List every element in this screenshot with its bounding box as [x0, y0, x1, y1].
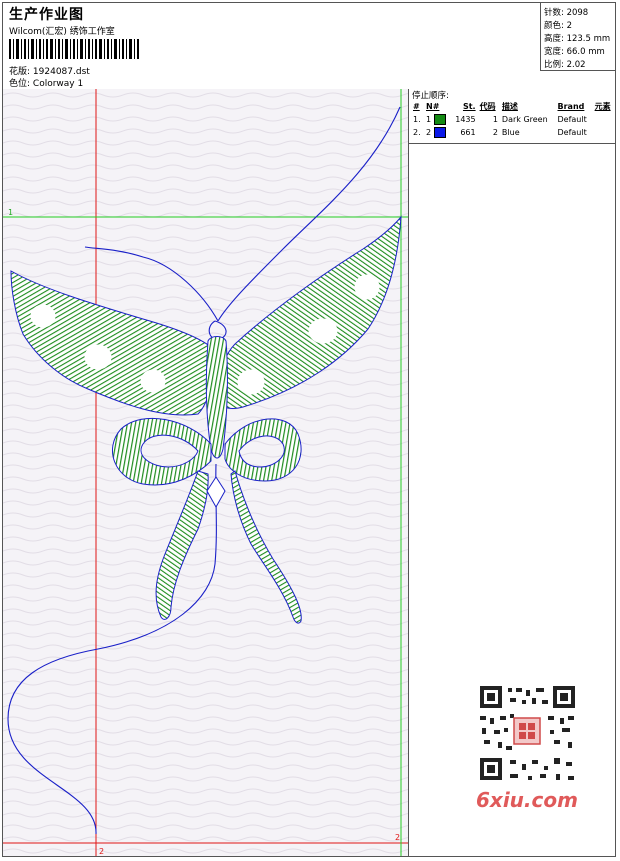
page-title: 生产作业图	[9, 7, 84, 23]
stat-height: 高度: 123.5 mm	[544, 34, 611, 44]
col-code: 代码	[479, 102, 496, 111]
table-header-row: # N# St. 代码 描述 Brand 元素	[411, 100, 615, 113]
colorway-value: Colorway 1	[32, 79, 84, 89]
col-brand: Brand	[557, 102, 585, 111]
stop-sequence-table: # N# St. 代码 描述 Brand 元素 1. 1 1435 1 Dark…	[411, 100, 615, 139]
stat-stitches: 针数: 2098	[544, 8, 589, 18]
guide-label-red-bottom: 2	[99, 847, 104, 856]
col-needle: N#	[426, 102, 440, 111]
color-swatch-blue	[433, 127, 446, 138]
design-canvas[interactable]: 1 2 2	[3, 89, 409, 856]
butterfly-body	[205, 336, 228, 459]
panel-divider	[409, 143, 615, 144]
col-description: 描述	[501, 102, 518, 111]
stat-scale: 比例: 2.02	[544, 60, 586, 70]
guide-label-green: 1	[8, 208, 13, 217]
embroidery-preview: 1 2 2	[3, 89, 408, 856]
colorway-line: 色位: Colorway 1	[9, 76, 83, 89]
watermark-logo: 6xiu.com	[476, 788, 578, 812]
color-swatch-green	[433, 114, 446, 125]
studio-name: Wilcom(汇宏) 绣饰工作室	[9, 27, 115, 37]
table-row[interactable]: 2. 2 661 2 Blue Default	[411, 126, 615, 139]
col-element: 元素	[594, 102, 611, 111]
guide-label-red-right: 2	[395, 833, 400, 842]
stats-box: 针数: 2098 颜色: 2 高度: 123.5 mm 宽度: 66.0 mm …	[540, 3, 615, 71]
qr-code-icon	[470, 680, 585, 790]
colorway-label: 色位:	[9, 79, 31, 89]
table-row[interactable]: 1. 1 1435 1 Dark Green Default	[411, 113, 615, 126]
stat-colors: 颜色: 2	[544, 21, 572, 31]
sheet-header: 生产作业图 Wilcom(汇宏) 绣饰工作室 花版: 1924087.dst 色…	[3, 3, 615, 90]
col-stitches: St.	[462, 102, 476, 111]
col-index: #	[413, 102, 420, 111]
barcode-icon	[9, 39, 139, 59]
stat-width: 宽度: 66.0 mm	[544, 47, 605, 57]
